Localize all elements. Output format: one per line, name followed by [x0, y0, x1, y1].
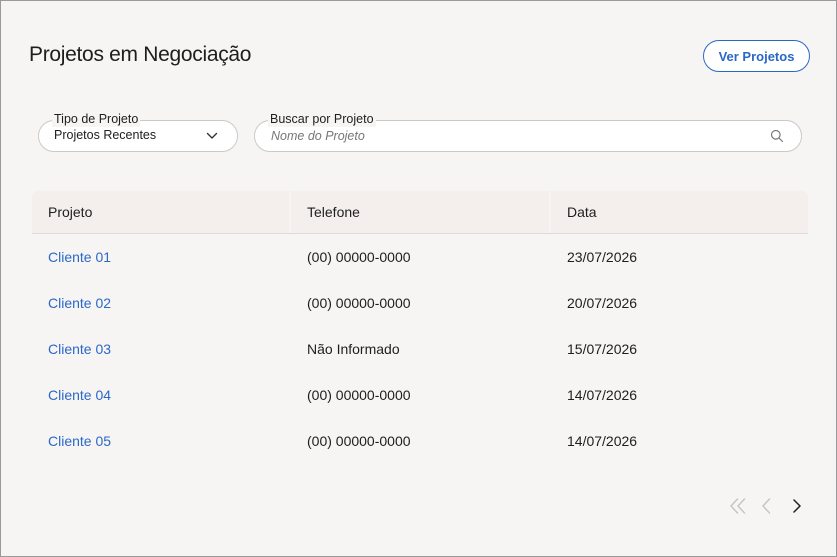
table-row: Cliente 04 (00) 00000-0000 14/07/2026 — [32, 372, 808, 418]
project-link[interactable]: Cliente 02 — [48, 295, 111, 311]
projects-card: Projetos em Negociação Ver Projetos Tipo… — [0, 0, 837, 557]
date-cell: 14/07/2026 — [567, 387, 638, 403]
date-cell: 15/07/2026 — [567, 341, 638, 357]
search-input[interactable] — [271, 127, 751, 145]
buscar-projeto-field: Buscar por Projeto — [254, 111, 802, 152]
project-link[interactable]: Cliente 03 — [48, 341, 111, 357]
date-cell: 23/07/2026 — [567, 249, 638, 265]
chevron-down-icon — [206, 132, 218, 139]
project-link[interactable]: Cliente 04 — [48, 387, 111, 403]
phone-cell: (00) 00000-0000 — [307, 433, 411, 449]
column-header-telefone: Telefone — [291, 191, 551, 233]
chevron-right-icon — [793, 499, 801, 513]
chevron-left-icon — [762, 498, 771, 514]
table-row: Cliente 01 (00) 00000-0000 23/07/2026 — [32, 234, 808, 280]
project-link[interactable]: Cliente 05 — [48, 433, 111, 449]
first-page-button[interactable] — [728, 495, 748, 517]
ver-projetos-button[interactable]: Ver Projetos — [703, 40, 810, 72]
column-header-data: Data — [567, 204, 597, 220]
date-cell: 20/07/2026 — [567, 295, 638, 311]
tipo-projeto-select[interactable]: Tipo de Projeto Projetos Recentes — [38, 111, 238, 152]
table-row: Cliente 05 (00) 00000-0000 14/07/2026 — [32, 418, 808, 464]
date-cell: 14/07/2026 — [567, 433, 638, 449]
project-link[interactable]: Cliente 01 — [48, 249, 111, 265]
tipo-projeto-label: Tipo de Projeto — [52, 111, 141, 127]
column-header-projeto: Projeto — [32, 191, 291, 233]
table-header: Projeto Telefone Data — [32, 191, 808, 234]
buscar-projeto-label: Buscar por Projeto — [268, 111, 376, 127]
page-title: Projetos em Negociação — [29, 43, 252, 66]
phone-cell: (00) 00000-0000 — [307, 249, 411, 265]
tipo-projeto-value: Projetos Recentes — [54, 128, 157, 142]
prev-page-button[interactable] — [759, 495, 773, 517]
search-icon[interactable] — [770, 129, 784, 143]
phone-cell: (00) 00000-0000 — [307, 387, 411, 403]
double-chevron-left-icon — [730, 498, 746, 514]
phone-cell: (00) 00000-0000 — [307, 295, 411, 311]
next-page-button[interactable] — [790, 495, 804, 517]
phone-cell: Não Informado — [307, 341, 400, 357]
table-row: Cliente 03 Não Informado 15/07/2026 — [32, 326, 808, 372]
table-row: Cliente 02 (00) 00000-0000 20/07/2026 — [32, 280, 808, 326]
projects-table: Projeto Telefone Data Cliente 01 (00) 00… — [32, 191, 808, 464]
